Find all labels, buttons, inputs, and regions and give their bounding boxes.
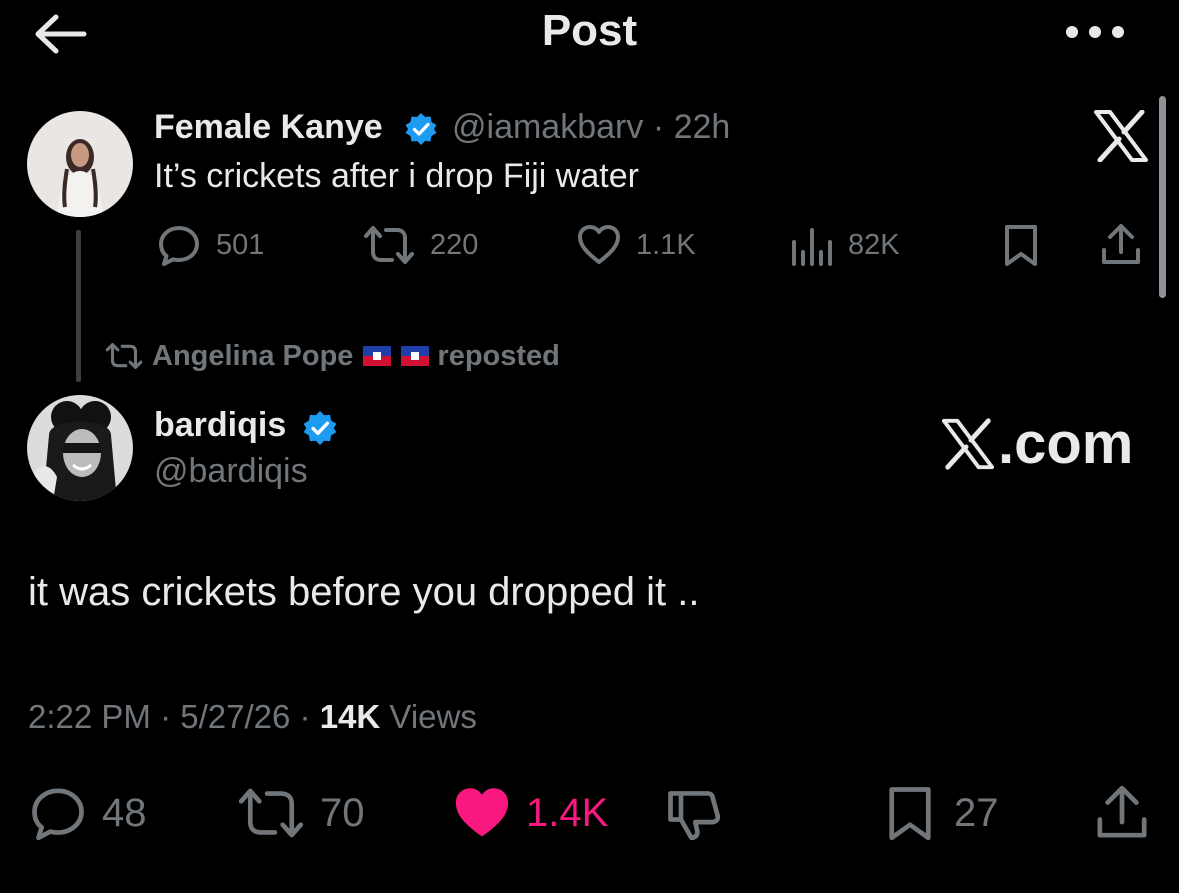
haiti-flag-icon [401,346,430,366]
author-name[interactable]: bardiqis [154,406,286,445]
watermark-text: .com [998,411,1134,476]
views-count[interactable]: 14K [320,698,381,735]
repost-icon [238,788,304,838]
post-text: It’s crickets after i drop Fiji water [154,157,639,195]
bookmark-button[interactable]: 27 [880,782,999,844]
reply-button[interactable]: 48 [28,782,147,844]
post-time[interactable]: 22h [674,108,731,146]
share-button[interactable] [1098,222,1144,268]
like-button[interactable]: 1.4K [452,782,608,844]
scrollbar[interactable] [1159,96,1166,298]
like-count: 1.4K [526,790,609,835]
x-logo-icon [1092,110,1150,162]
repost-count: 220 [430,228,479,261]
profile-photo-icon [27,395,133,501]
profile-photo-icon [27,111,133,217]
heart-outline-icon [578,225,620,264]
post-text: it was crickets before you dropped it .. [28,570,700,614]
dislike-button[interactable] [664,782,724,844]
x-logo-icon [941,417,995,470]
avatar[interactable] [27,111,133,217]
heart-filled-icon [455,788,509,837]
share-icon [1097,785,1147,838]
verified-badge-icon [404,112,438,146]
separator-dot: · [160,698,172,735]
views-chart-icon [792,228,832,266]
post-meta: 2:22 PM · 5/27/26 · 14K Views [28,698,477,736]
share-button[interactable] [1092,782,1152,844]
author-handle-and-time: @iamakbarv · 22h [452,108,730,147]
separator-dot: · [299,698,311,735]
like-button[interactable]: 1.1K [576,222,696,268]
share-icon [1102,224,1140,264]
page-title: Post [541,6,638,55]
separator-dot: · [652,108,665,146]
bookmark-icon [889,787,931,841]
repost-button[interactable]: 220 [362,222,478,268]
author-handle[interactable]: @bardiqis [154,452,308,491]
more-button[interactable] [1062,20,1128,44]
reposted-label: reposted [437,339,560,372]
repost-count: 70 [320,790,365,835]
reposter-name: Angelina Pope [152,339,354,372]
views-button[interactable]: 82K [788,222,900,268]
author-name[interactable]: Female Kanye [154,108,383,147]
more-horizontal-icon [1066,26,1124,38]
bookmark-icon [1005,225,1037,266]
thumbs-down-icon [668,791,721,841]
reply-icon [32,788,84,841]
reply-count: 501 [216,228,265,261]
verified-badge-icon [302,410,338,446]
repost-icon [364,226,414,264]
repost-icon [105,342,143,370]
repost-notice[interactable]: Angelina Pope reposted [104,336,560,376]
views-count: 82K [848,228,900,261]
post-date: 5/27/26 [180,698,291,735]
post-time: 2:22 PM [28,698,151,735]
bookmark-button[interactable] [998,222,1044,268]
haiti-flag-icon [363,346,392,366]
repost-button[interactable]: 70 [236,782,365,844]
like-count: 1.1K [636,228,696,261]
reply-count: 48 [102,790,147,835]
thread-connector [76,230,81,382]
bookmark-count: 27 [954,790,999,835]
x-com-watermark: .com [940,410,1133,477]
reply-icon [159,226,199,266]
author-handle[interactable]: @iamakbarv [452,108,643,146]
avatar[interactable] [27,395,133,501]
views-label: Views [389,698,477,735]
reply-button[interactable]: 501 [156,222,264,268]
